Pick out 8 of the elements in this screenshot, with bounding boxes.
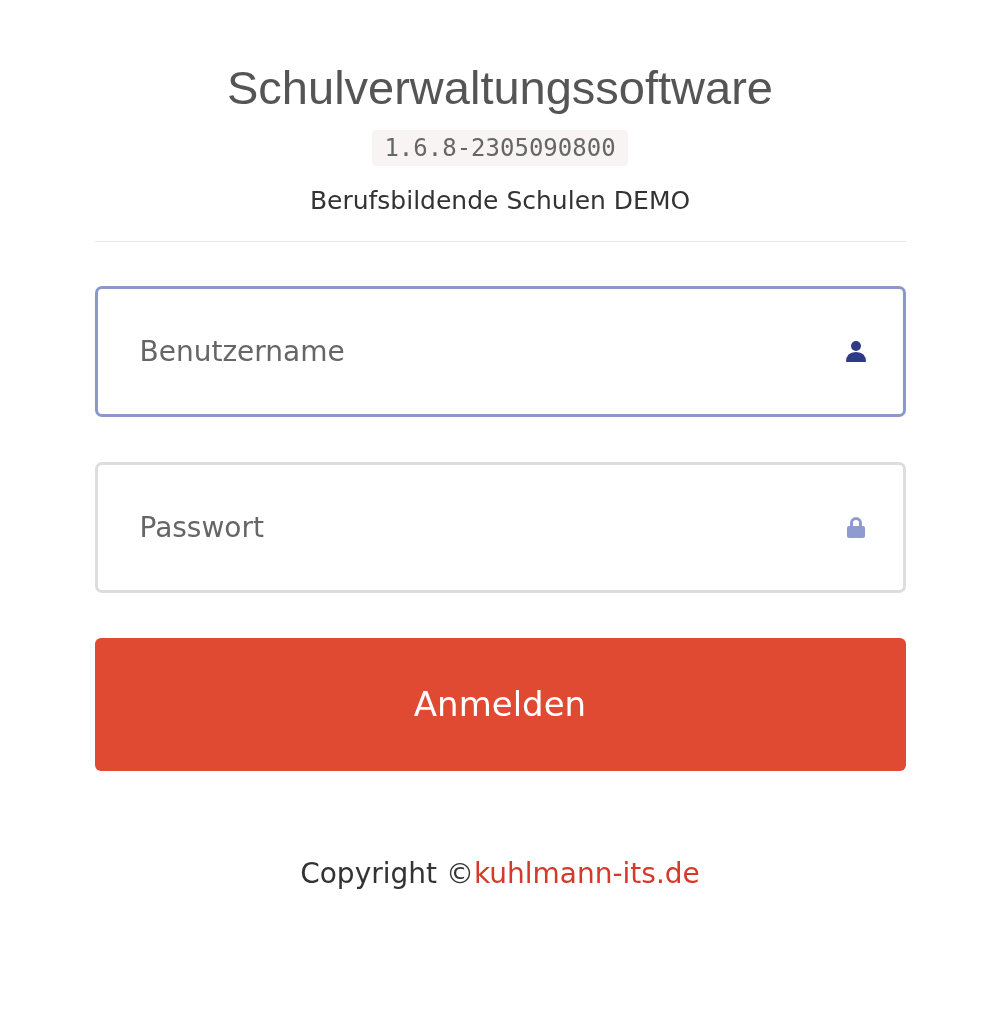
copyright-text: Copyright ©kuhlmann-its.de — [299, 856, 701, 893]
app-title: Schulverwaltungssoftware — [226, 62, 774, 114]
website-link[interactable]: kuhlmann-its.de — [473, 857, 700, 891]
school-name: Berufsbildende Schulen DEMO — [308, 184, 692, 217]
password-field[interactable]: Passwort — [94, 462, 906, 594]
login-button[interactable]: Anmelden — [94, 638, 906, 772]
username-field[interactable]: Benutzername — [94, 286, 906, 418]
version-label: 1.6.8-2305090800 — [372, 129, 628, 166]
